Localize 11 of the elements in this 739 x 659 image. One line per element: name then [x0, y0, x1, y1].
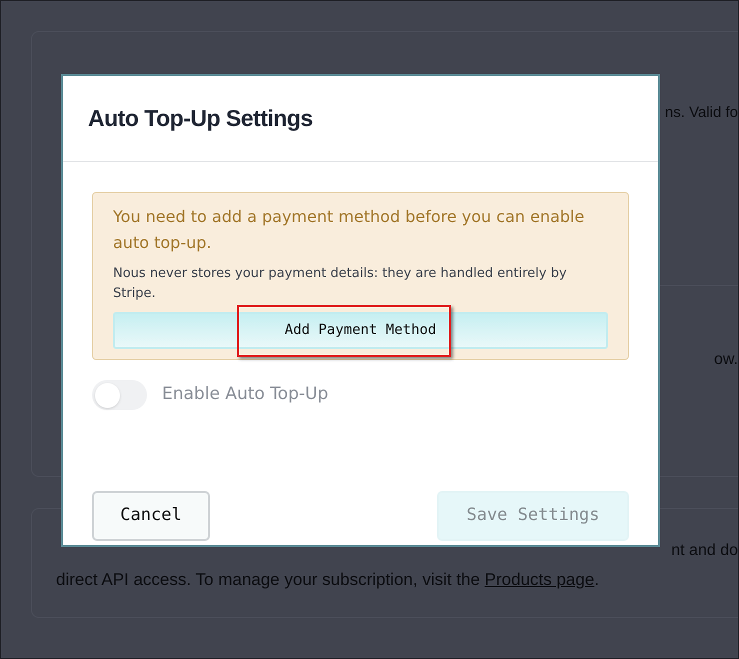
dialog-title: Auto Top-Up Settings [88, 104, 313, 134]
background-text: ns. Valid fo [664, 103, 738, 123]
toggle-label: Enable Auto Top-Up [162, 383, 328, 406]
alert-detail: Nous never stores your payment details: they are handled entirely by Stripe. [113, 265, 568, 303]
background-text: ow. [714, 350, 738, 370]
alert-message: You need to add a payment method before you can enable auto top-up. [113, 206, 586, 254]
toggle-switch[interactable] [92, 380, 147, 410]
background-text: nt and do [671, 541, 738, 561]
cancel-button[interactable]: Cancel [92, 491, 210, 541]
add-payment-method-button[interactable]: Add Payment Method [113, 312, 608, 349]
background-text: direct API access. To manage your subscription, visit the Products page. [56, 569, 600, 591]
